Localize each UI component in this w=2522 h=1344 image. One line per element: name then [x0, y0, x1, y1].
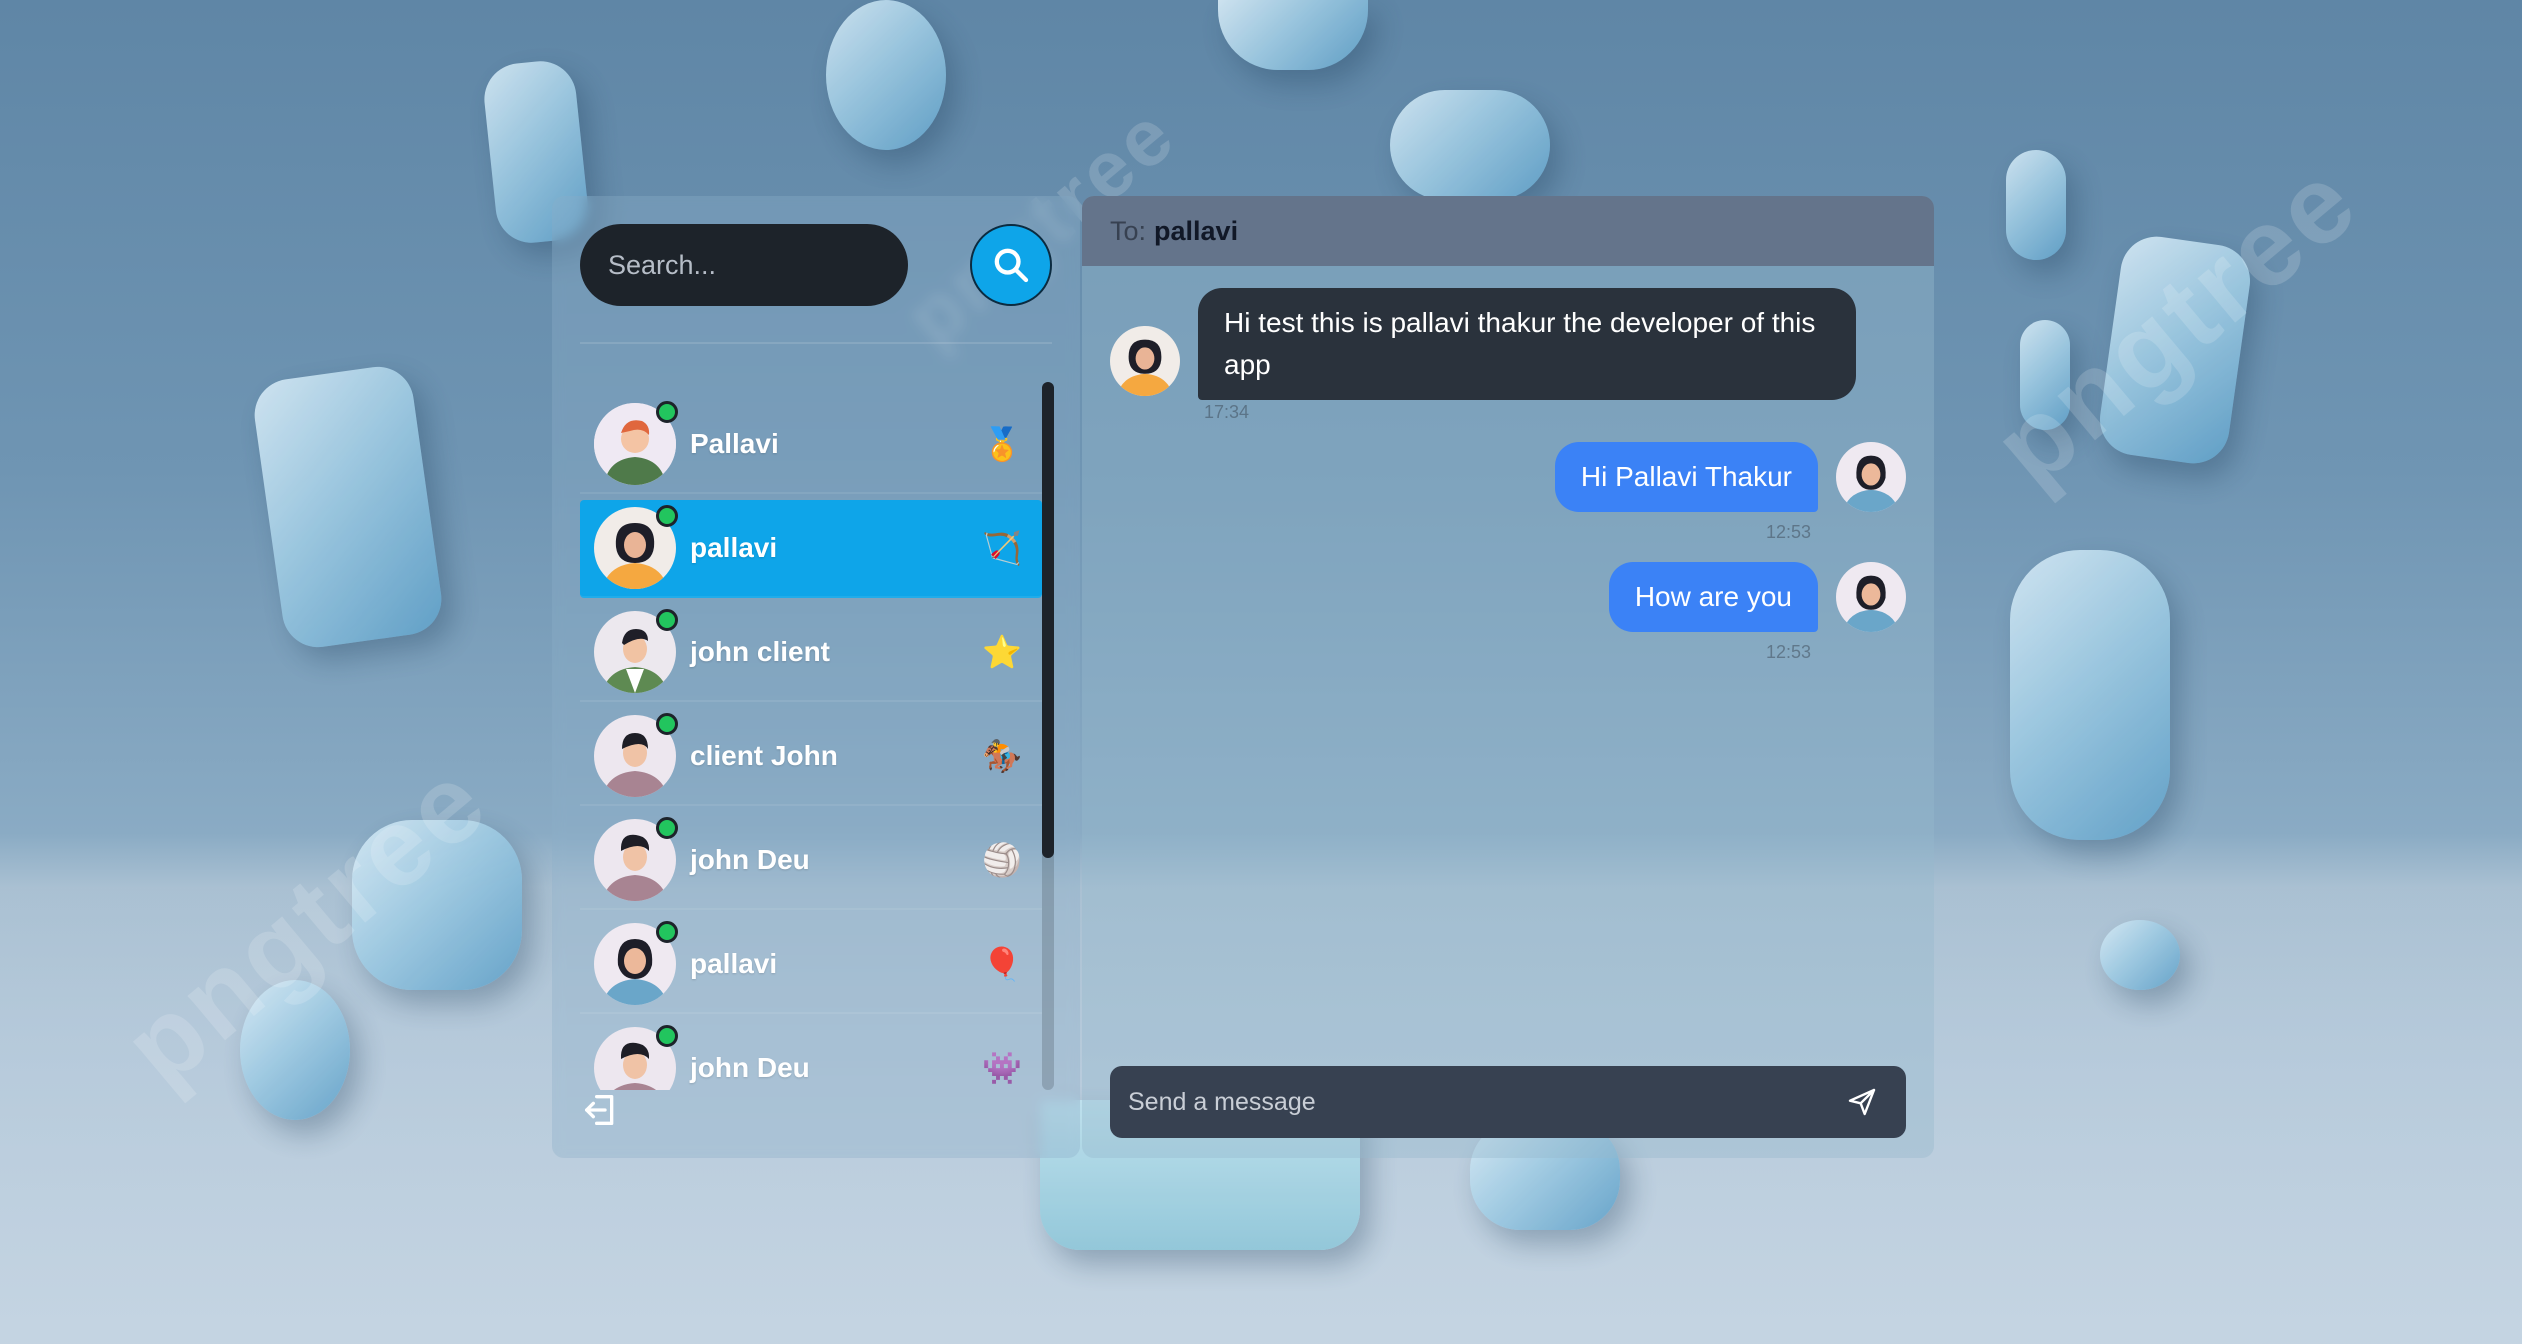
online-status-dot — [656, 505, 678, 527]
avatar — [594, 1025, 678, 1090]
message-bubble-received: Hi test this is pallavi thakur the devel… — [1198, 288, 1856, 400]
contact-name: john Deu — [690, 1052, 810, 1083]
chat-header: To: pallavi — [1082, 196, 1934, 266]
star-icon: ⭐ — [982, 634, 1022, 670]
bubble-decoration — [1218, 0, 1368, 70]
online-status-dot — [656, 817, 678, 839]
contact-name: Pallavi — [690, 428, 779, 459]
contact-name: pallavi — [690, 532, 778, 563]
online-status-dot — [656, 401, 678, 423]
contacts-panel: Pallavi 🏅 pa — [552, 196, 1080, 1158]
search-input[interactable] — [580, 224, 908, 306]
avatar — [1836, 562, 1906, 632]
avatar — [594, 817, 678, 901]
contact-item[interactable]: john Deu 🏐 — [580, 812, 1042, 910]
app-background: pngtree pngtree pngtree Search... Pallav… — [0, 0, 2522, 1344]
message-timestamp: 17:34 — [1204, 402, 1250, 422]
search-icon — [994, 248, 1029, 283]
bubble-decoration — [2010, 550, 2170, 840]
alien-monster-icon: 👾 — [982, 1050, 1022, 1086]
avatar — [1836, 442, 1906, 512]
avatar-illustration — [1836, 562, 1906, 632]
medal-icon: 🏅 — [982, 426, 1022, 462]
message-composer — [1110, 1065, 1906, 1139]
avatar — [594, 401, 678, 485]
contact-name: john Deu — [690, 844, 810, 875]
to-label: To: — [1110, 215, 1147, 246]
avatar — [594, 921, 678, 1005]
contact-item[interactable]: Pallavi 🏅 — [580, 396, 1042, 494]
balloon-icon: 🎈 — [982, 946, 1022, 982]
avatar-illustration — [1836, 442, 1906, 512]
message-row-received: Hi test this is pallavi thakur the devel… — [1110, 288, 1856, 400]
contact-item[interactable]: pallavi 🎈 — [580, 916, 1042, 1014]
avatar — [594, 713, 678, 797]
logout-icon — [585, 1095, 614, 1125]
bubble-decoration — [826, 0, 946, 150]
scrollbar-thumb[interactable] — [1042, 382, 1054, 858]
message-timestamp: 12:53 — [1766, 522, 1812, 542]
message-bubble-sent: How are you — [1608, 562, 1818, 632]
message-bubble-sent: Hi Pallavi Thakur — [1554, 442, 1818, 512]
send-icon — [1848, 1088, 1876, 1116]
online-status-dot — [656, 1025, 678, 1047]
avatar-illustration — [1110, 326, 1180, 396]
bubble-decoration — [2006, 150, 2066, 260]
avatar — [594, 505, 678, 589]
contact-name: pallavi — [690, 948, 778, 979]
recipient-name: pallavi — [1154, 215, 1239, 246]
contact-list-scrollbar[interactable] — [1042, 382, 1054, 1090]
online-status-dot — [656, 609, 678, 631]
message-row-sent: How are you — [1608, 562, 1906, 632]
contact-item-active[interactable]: pallavi 🏹 — [580, 500, 1042, 598]
avatar — [594, 609, 678, 693]
horse-racing-icon: 🏇 — [982, 738, 1022, 774]
contact-item[interactable]: john client ⭐ — [580, 604, 1042, 702]
volleyball-icon: 🏐 — [982, 842, 1022, 878]
bubble-decoration — [249, 362, 447, 652]
contact-name: client John — [690, 740, 838, 771]
avatar — [1110, 326, 1180, 396]
logout-button[interactable] — [580, 1090, 624, 1134]
message-row-sent: Hi Pallavi Thakur — [1554, 442, 1906, 512]
contact-item[interactable]: client John 🏇 — [580, 708, 1042, 806]
message-input[interactable] — [1110, 1065, 1836, 1139]
online-status-dot — [656, 921, 678, 943]
bow-and-arrow-icon: 🏹 — [982, 530, 1022, 566]
send-button[interactable] — [1836, 1076, 1888, 1128]
chat-panel: To: pallavi Hi test this is pallavi thak… — [1082, 196, 1934, 1158]
bubble-decoration — [2100, 920, 2180, 990]
contact-list: Pallavi 🏅 pallavi 🏹 john client ⭐ client… — [580, 396, 1042, 1090]
message-timestamp: 12:53 — [1766, 642, 1812, 662]
bubble-decoration — [1390, 90, 1550, 200]
divider — [580, 342, 1052, 344]
search-button[interactable] — [970, 224, 1052, 306]
online-status-dot — [656, 713, 678, 735]
contact-item[interactable]: john Deu 👾 — [580, 1020, 1042, 1090]
contact-name: john client — [690, 636, 830, 667]
